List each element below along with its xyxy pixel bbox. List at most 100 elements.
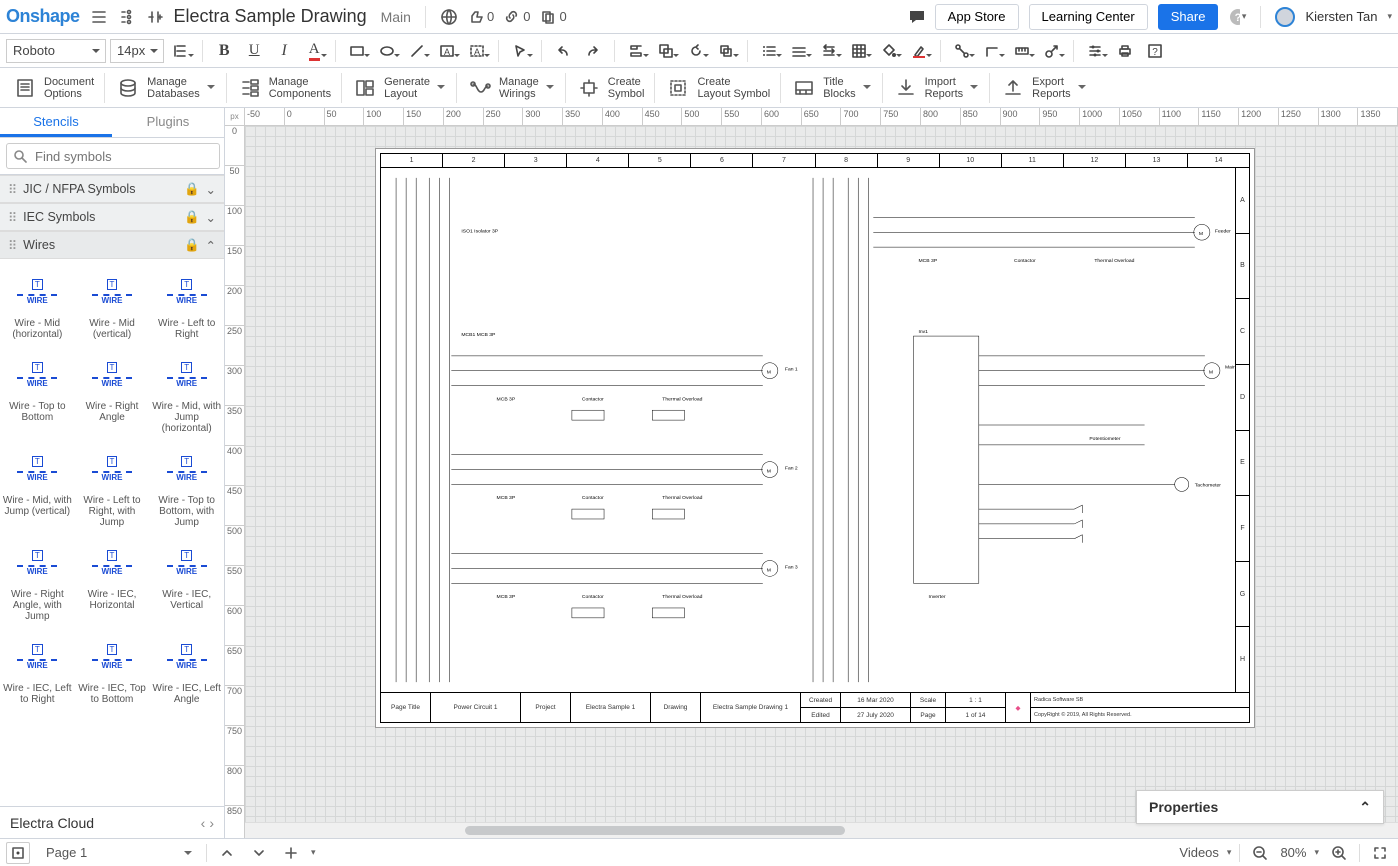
comments-icon[interactable] (907, 8, 925, 26)
line-color-icon[interactable] (906, 38, 932, 64)
symbol-search[interactable] (6, 143, 220, 169)
help-icon[interactable]: ? ▾ (1228, 8, 1246, 26)
symbol-2[interactable]: TWIREWire - Left to Right (149, 263, 224, 346)
symbol-4[interactable]: TWIREWire - Right Angle (75, 346, 150, 440)
document-options-button[interactable]: DocumentOptions (6, 73, 100, 103)
page-prev-icon[interactable]: ‹ (201, 815, 206, 831)
search-input[interactable] (33, 148, 213, 165)
help-toolbar-icon[interactable]: ? (1142, 38, 1168, 64)
drawing-page[interactable]: 1234567891011121314 ABCDEFGH (375, 148, 1255, 728)
arrow-style-icon[interactable] (816, 38, 842, 64)
export-reports-button[interactable]: ExportReports (994, 73, 1093, 103)
user-avatar-icon[interactable] (1275, 7, 1295, 27)
tree-icon[interactable] (118, 8, 136, 26)
rotate-tool-icon[interactable] (683, 38, 709, 64)
text-color-icon[interactable]: A (301, 38, 327, 64)
redo-icon[interactable] (580, 38, 606, 64)
import-reports-button[interactable]: ImportReports (887, 73, 986, 103)
symbol-7[interactable]: TWIREWire - Left to Right, with Jump (75, 440, 150, 534)
zoom-out-icon[interactable] (1248, 842, 1272, 864)
layers-icon[interactable] (6, 842, 30, 864)
learning-center-button[interactable]: Learning Center (1029, 4, 1148, 30)
underline-icon[interactable]: U (241, 38, 267, 64)
canvas-h-scrollbar[interactable] (245, 822, 1398, 838)
document-title[interactable]: Electra Sample Drawing (174, 6, 367, 27)
order-tool-icon[interactable] (713, 38, 739, 64)
page-up-icon[interactable] (215, 842, 239, 864)
symbol-13[interactable]: TWIREWire - IEC, Top to Bottom (75, 628, 150, 711)
symbol-6[interactable]: TWIREWire - Mid, with Jump (vertical) (0, 440, 75, 534)
symbol-5[interactable]: TWIREWire - Mid, with Jump (horizontal) (149, 346, 224, 440)
undo-icon[interactable] (550, 38, 576, 64)
symbol-12[interactable]: TWIREWire - IEC, Left to Right (0, 628, 75, 711)
bold-icon[interactable]: B (211, 38, 237, 64)
grid-toggle-icon[interactable] (846, 38, 872, 64)
hamburger-icon[interactable] (90, 8, 108, 26)
app-store-button[interactable]: App Store (935, 4, 1019, 30)
tab-plugins[interactable]: Plugins (112, 108, 224, 137)
select-tool-icon[interactable] (507, 38, 533, 64)
category-iec[interactable]: ⠿IEC Symbols 🔒 ⌄ (0, 203, 224, 231)
manage-components-button[interactable]: ManageComponents (231, 73, 337, 103)
symbol-14[interactable]: TWIREWire - IEC, Left Angle (149, 628, 224, 711)
branch-name[interactable]: Main (381, 9, 411, 25)
corner-style-icon[interactable] (979, 38, 1005, 64)
zoom-level[interactable]: 80% (1280, 845, 1306, 860)
fullscreen-icon[interactable] (1368, 842, 1392, 864)
manage-databases-button[interactable]: ManageDatabases (109, 73, 222, 103)
tab-stencils[interactable]: Stencils (0, 108, 112, 137)
symbol-9[interactable]: TWIREWire - Right Angle, with Jump (0, 534, 75, 628)
list-type-icon[interactable] (756, 38, 782, 64)
ellipse-shape-icon[interactable] (374, 38, 400, 64)
measure-tool-icon[interactable] (1009, 38, 1035, 64)
print-icon[interactable] (1112, 38, 1138, 64)
globe-icon[interactable] (440, 8, 458, 26)
line-shape-icon[interactable] (404, 38, 430, 64)
rect-shape-icon[interactable] (344, 38, 370, 64)
lock-icon: 🔒 (184, 238, 200, 253)
page-select[interactable]: Page 1 (38, 842, 198, 864)
symbol-8[interactable]: TWIREWire - Top to Bottom, with Jump (149, 440, 224, 534)
create-symbol-button[interactable]: CreateSymbol (570, 73, 651, 103)
manage-wirings-button[interactable]: ManageWirings (461, 73, 561, 103)
onshape-logo[interactable]: Onshape (6, 6, 80, 27)
add-page-icon[interactable] (279, 842, 303, 864)
font-size-select[interactable]: 14px (110, 39, 164, 63)
title-blocks-button[interactable]: TitleBlocks (785, 73, 877, 103)
symbol-3[interactable]: TWIREWire - Top to Bottom (0, 346, 75, 440)
copies-stat[interactable]: 0 (540, 9, 566, 24)
zoom-in-icon[interactable] (1327, 842, 1351, 864)
category-jic-nfpa[interactable]: ⠿JIC / NFPA Symbols 🔒 ⌄ (0, 175, 224, 203)
category-wires[interactable]: ⠿Wires 🔒 ⌃ (0, 231, 224, 259)
user-name[interactable]: Kiersten Tan (1305, 9, 1377, 24)
generate-layout-button[interactable]: GenerateLayout (346, 73, 452, 103)
schematic-diagram[interactable]: ISO1 Isolator 3P MCB1 MCB 3P (381, 168, 1235, 692)
slider-tool-icon[interactable] (1082, 38, 1108, 64)
videos-link[interactable]: Videos (1179, 845, 1219, 860)
style-copy-icon[interactable] (1039, 38, 1065, 64)
fill-color-icon[interactable] (876, 38, 902, 64)
page-down-icon[interactable] (247, 842, 271, 864)
properties-panel-toggle[interactable]: Properties ⌃ (1136, 790, 1384, 824)
italic-icon[interactable]: I (271, 38, 297, 64)
likes-stat[interactable]: 0 (468, 9, 494, 24)
align-tool-icon[interactable] (623, 38, 649, 64)
symbol-11[interactable]: TWIREWire - IEC, Vertical (149, 534, 224, 628)
insert-icon[interactable] (146, 8, 164, 26)
text-tool-icon[interactable]: A (434, 38, 460, 64)
connector-tool-icon[interactable] (949, 38, 975, 64)
line-height-icon[interactable] (168, 38, 194, 64)
font-select[interactable]: Roboto (6, 39, 106, 63)
create-layout-symbol-button[interactable]: CreateLayout Symbol (659, 73, 776, 103)
symbol-0[interactable]: TWIREWire - Mid (horizontal) (0, 263, 75, 346)
share-button[interactable]: Share (1158, 4, 1219, 30)
group-tool-icon[interactable] (653, 38, 679, 64)
links-stat[interactable]: 0 (504, 9, 530, 24)
line-style-icon[interactable] (786, 38, 812, 64)
symbol-10[interactable]: TWIREWire - IEC, Horizontal (75, 534, 150, 628)
special-char-icon[interactable]: A (464, 38, 490, 64)
symbol-1[interactable]: TWIREWire - Mid (vertical) (75, 263, 150, 346)
canvas[interactable]: px -500501001502002503003504004505005506… (225, 108, 1398, 838)
svg-text:MCB 3P: MCB 3P (497, 495, 516, 501)
page-next-icon[interactable]: › (209, 815, 214, 831)
